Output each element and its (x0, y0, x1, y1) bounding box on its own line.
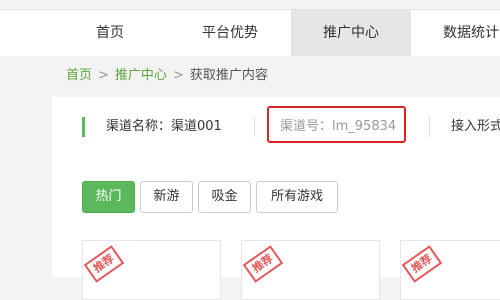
access-form-label: 接入形式 (451, 119, 500, 134)
channel-info-row: 渠道名称：渠道001 渠道号：lm_95834 接入形式 (52, 97, 500, 159)
breadcrumb-separator: > (98, 68, 109, 83)
recommend-stamp: 推荐 (401, 245, 443, 283)
nav-item-promotion-center[interactable]: 推广中心 (291, 10, 411, 56)
nav-item-platform-advantages[interactable]: 平台优势 (170, 10, 290, 56)
recommend-stamp: 推荐 (83, 245, 125, 283)
tab-money-makers[interactable]: 吸金 (198, 181, 251, 213)
breadcrumb-separator: > (172, 68, 184, 83)
top-navigation: 首页 平台优势 推广中心 数据统计 (0, 9, 500, 56)
breadcrumb: 首页 > 推广中心 > 获取推广内容 (66, 66, 268, 86)
breadcrumb-home-link[interactable]: 首页 (66, 68, 92, 83)
tab-hot[interactable]: 热门 (82, 181, 135, 213)
tab-all-games[interactable]: 所有游戏 (256, 181, 338, 213)
breadcrumb-current: 获取推广内容 (189, 68, 268, 83)
nav-item-data-statistics[interactable]: 数据统计 (411, 10, 500, 56)
nav-item-home[interactable]: 首页 (50, 10, 170, 56)
breadcrumb-section-link[interactable]: 推广中心 (115, 68, 167, 83)
tab-new-games[interactable]: 新游 (140, 181, 193, 213)
divider (254, 117, 255, 137)
game-card[interactable]: 推荐 (82, 240, 221, 300)
game-card[interactable]: 推荐 (400, 240, 500, 300)
content-panel: 渠道名称：渠道001 渠道号：lm_95834 接入形式 热门 新游 吸金 所有… (52, 97, 500, 300)
recommend-stamp: 推荐 (242, 245, 284, 283)
accent-bar (82, 117, 85, 137)
game-card[interactable]: 推荐 (241, 240, 380, 300)
divider (429, 117, 430, 137)
channel-name: 渠道名称：渠道001 (106, 119, 222, 134)
channel-id: 渠道号：lm_95834 (280, 119, 397, 134)
